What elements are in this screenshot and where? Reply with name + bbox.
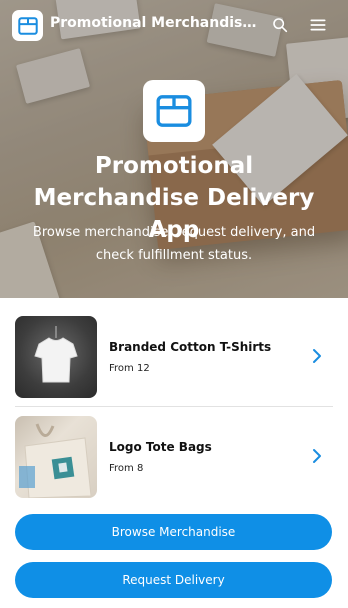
top-app-bar: Promotional Merchandise Deli... <box>0 0 348 50</box>
chevron-right-icon <box>313 449 321 463</box>
tote-bag-icon <box>19 423 92 498</box>
box-icon <box>17 16 38 35</box>
hero-subtitle: Browse merchandise, request delivery, an… <box>32 225 316 263</box>
product-name: Branded Cotton T-Shirts <box>109 340 272 354</box>
chevron-right-icon <box>313 349 321 363</box>
tshirt-thumbnail <box>15 316 97 398</box>
search-icon <box>273 18 288 33</box>
menu-button[interactable] <box>307 14 329 36</box>
list-item-tote-bags[interactable]: Logo Tote Bags From 8 <box>0 408 348 508</box>
tshirt-icon <box>34 326 78 383</box>
product-name: Logo Tote Bags <box>109 440 212 454</box>
tote-bag-thumbnail <box>15 416 97 498</box>
hero-app-icon <box>143 80 205 142</box>
app-title: Promotional Merchandise Deli... <box>50 15 262 31</box>
product-price: From 12 <box>109 363 150 374</box>
list-item-tshirts[interactable]: Branded Cotton T-Shirts From 12 <box>0 308 348 408</box>
product-price: From 8 <box>109 463 144 474</box>
box-icon <box>156 95 192 127</box>
request-delivery-button[interactable]: Request Delivery <box>15 562 332 598</box>
hamburger-menu-icon <box>310 19 326 31</box>
list-divider <box>15 406 333 407</box>
app-logo[interactable] <box>12 10 43 41</box>
search-button[interactable] <box>269 14 291 36</box>
browse-merchandise-button[interactable]: Browse Merchandise <box>15 514 332 550</box>
